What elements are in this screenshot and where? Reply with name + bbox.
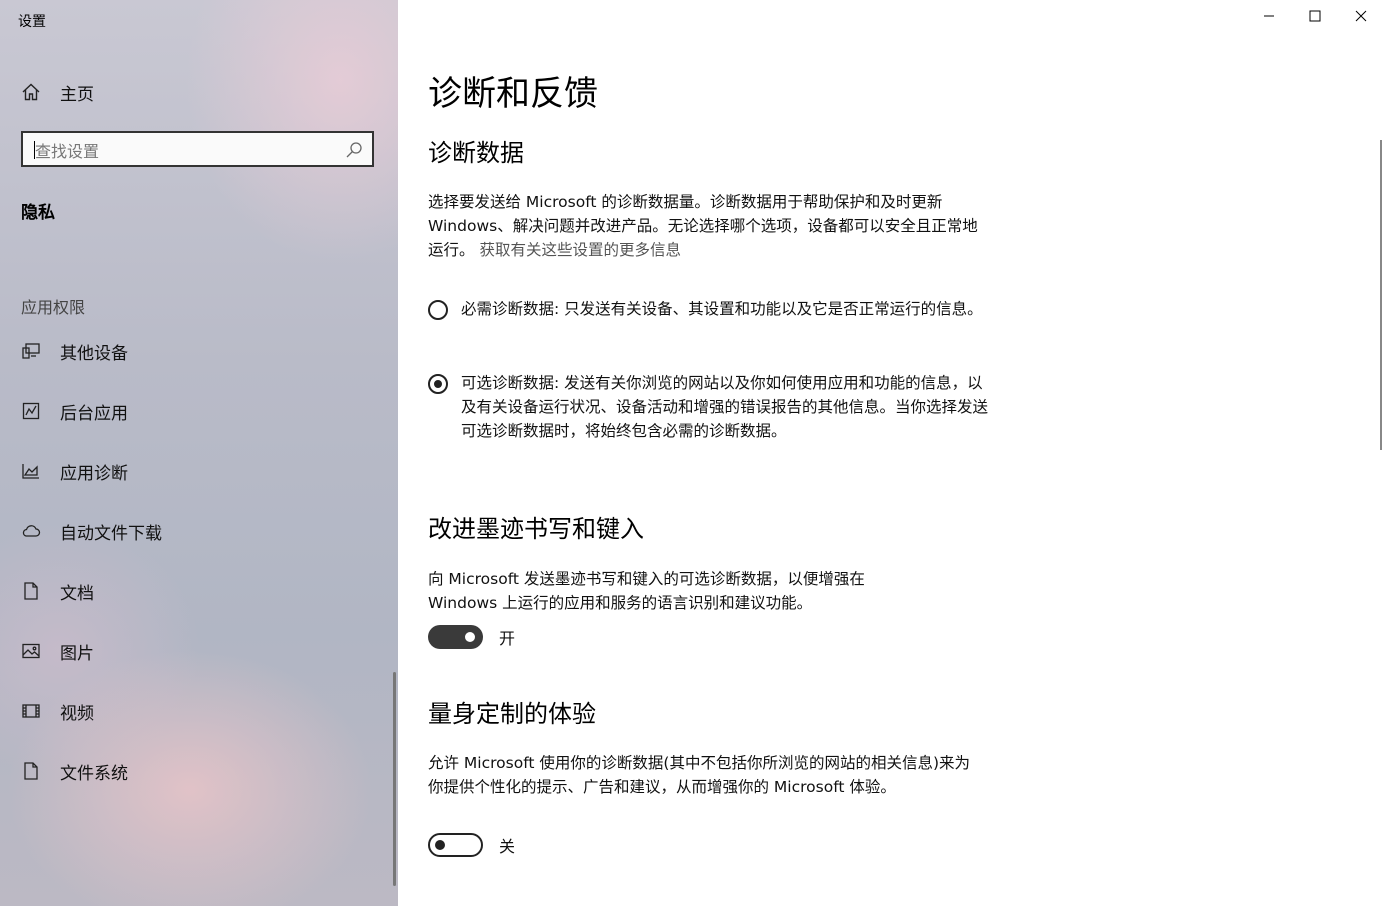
sidebar-item-pictures[interactable]: 图片 [20,635,94,667]
sidebar-item-videos[interactable]: 视频 [20,695,94,727]
app-title: 设置 [18,14,46,30]
sidebar-item-label: 自动文件下载 [60,523,162,544]
radio-label: 必需诊断数据: 只发送有关设备、其设置和功能以及它是否正常运行的信息。 [461,300,983,318]
main-scrollbar[interactable] [1380,140,1382,450]
minimize-button[interactable] [1246,0,1292,32]
sidebar-item-label: 视频 [60,703,94,724]
page-title: 诊断和反馈 [428,74,598,114]
sidebar-item-label: 主页 [60,84,94,105]
toggle-state-label: 关 [499,837,516,856]
group-label: 应用权限 [21,298,86,317]
radio-required-diagnostic[interactable]: 必需诊断数据: 只发送有关设备、其设置和功能以及它是否正常运行的信息。 [428,299,988,321]
main-content: 诊断和反馈 诊断数据 选择要发送给 Microsoft 的诊断数据量。诊断数据用… [398,0,1384,906]
inking-heading: 改进墨迹书写和键入 [428,515,644,543]
more-info-link[interactable]: 获取有关这些设置的更多信息 [479,241,681,259]
sidebar-item-app-diagnostics[interactable]: 应用诊断 [20,455,128,487]
file-icon [20,760,42,782]
sidebar-item-other-devices[interactable]: 其他设备 [20,335,128,367]
home-icon [20,81,42,103]
radio-label: 可选诊断数据: 发送有关你浏览的网站以及你如何使用应用和功能的信息，以及有关设备… [461,374,989,440]
settings-window: 设置 主页 隐私 应用权限 其他设备 后台应 [0,0,1384,906]
app-diagnostics-icon [20,460,42,482]
close-icon [1355,10,1367,22]
cloud-icon [20,520,42,542]
search-box[interactable] [21,131,374,167]
sidebar-item-label: 应用诊断 [60,463,128,484]
radio-button-checked[interactable] [428,374,448,394]
toggle-state-label: 开 [499,629,516,648]
sidebar-item-label: 图片 [60,643,94,664]
text-caret [34,141,35,159]
sidebar-item-label: 文档 [60,583,94,604]
background-apps-icon [20,400,42,422]
picture-icon [20,640,42,662]
inking-description: 向 Microsoft 发送墨迹书写和键入的可选诊断数据，以便增强在 Windo… [428,570,865,612]
radio-optional-diagnostic[interactable]: 可选诊断数据: 发送有关你浏览的网站以及你如何使用应用和功能的信息，以及有关设备… [428,373,988,443]
sidebar-item-home[interactable]: 主页 [20,76,94,108]
minimize-icon [1264,15,1274,17]
maximize-button[interactable] [1292,0,1338,32]
toggle-knob [465,632,475,642]
inking-toggle[interactable] [428,625,483,649]
search-icon[interactable] [345,141,363,159]
current-section-title: 隐私 [21,203,55,223]
diagnostic-data-heading: 诊断数据 [428,139,524,167]
tailored-toggle-row[interactable]: 关 [428,833,515,857]
diagnostic-data-description: 选择要发送给 Microsoft 的诊断数据量。诊断数据用于帮助保护和及时更新 … [428,190,988,262]
toggle-knob [435,840,445,850]
sidebar-item-label: 其他设备 [60,343,128,364]
document-icon [20,580,42,602]
sidebar-item-background-apps[interactable]: 后台应用 [20,395,128,427]
sidebar-item-file-system[interactable]: 文件系统 [20,755,128,787]
sidebar-item-documents[interactable]: 文档 [20,575,94,607]
window-controls [1246,0,1384,32]
sidebar: 设置 主页 隐私 应用权限 其他设备 后台应 [0,0,398,906]
radio-button[interactable] [428,300,448,320]
sidebar-scrollbar[interactable] [393,672,396,886]
inking-toggle-row[interactable]: 开 [428,625,515,649]
sidebar-item-label: 文件系统 [60,763,128,784]
tailored-toggle[interactable] [428,833,483,857]
search-input[interactable] [33,139,337,163]
sidebar-item-auto-download[interactable]: 自动文件下载 [20,515,162,547]
devices-icon [20,340,42,362]
close-button[interactable] [1338,0,1384,32]
sidebar-item-label: 后台应用 [60,403,128,424]
tailored-heading: 量身定制的体验 [428,700,596,728]
maximize-icon [1309,10,1321,22]
tailored-description: 允许 Microsoft 使用你的诊断数据(其中不包括你所浏览的网站的相关信息)… [428,754,970,796]
video-icon [20,700,42,722]
